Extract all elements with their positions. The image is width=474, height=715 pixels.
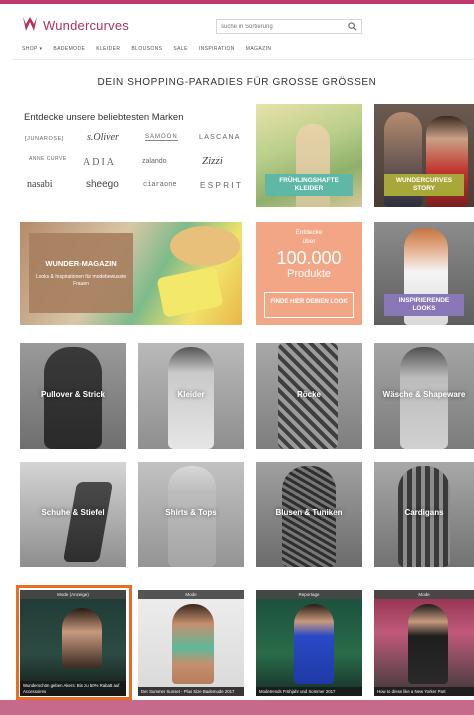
brand-logo-soliver[interactable]: s.Oliver (87, 132, 119, 143)
article-photo (408, 604, 448, 684)
search-icon[interactable] (348, 22, 357, 31)
tile-wundercurves-story[interactable]: WUNDERCURVES STORY (374, 104, 474, 207)
inspiring-looks-label: INSPIRIERENDE LOOKS (384, 294, 464, 316)
story-label: WUNDERCURVES STORY (384, 174, 464, 196)
brand-logo-esprit[interactable]: ESPRIT (200, 181, 243, 190)
article-caption[interactable]: Modetrends Frühjahr und Sommer 2017 (256, 686, 362, 696)
article-tag: Reportage (256, 590, 362, 599)
nav-kleider[interactable]: KLEIDER (96, 46, 120, 56)
article-photo (172, 604, 214, 684)
find-your-look-button[interactable]: FINDE HIER DEINEN LOOK (264, 292, 354, 318)
category-label: Blusen & Tuniken (275, 508, 343, 518)
nav-blousons[interactable]: BLOUSONS (131, 46, 162, 56)
article-tag: Mode (138, 590, 244, 599)
site-header: Wundercurves (0, 8, 474, 42)
promo-word: Produkte (286, 268, 332, 280)
nav-bademode[interactable]: BADEMODE (53, 46, 85, 56)
promo-line-2: über (302, 238, 316, 245)
article-teaser[interactable]: Reportage Modetrends Frühjahr und Sommer… (256, 590, 362, 696)
article-teaser[interactable]: Mode How to dress like a New Yorker Part (374, 590, 474, 696)
category-tile-blusen[interactable]: Blusen & Tuniken (256, 462, 362, 567)
top-accent-bar (0, 0, 474, 4)
category-tile-roecke[interactable]: Röcke (256, 343, 362, 449)
brand-logo-nasabi[interactable]: nasabi (27, 179, 53, 190)
search-box[interactable] (216, 19, 362, 34)
article-caption[interactable]: Der Summer Sunset - Plus Size Bademode 2… (138, 686, 244, 696)
spring-dresses-label: FRÜHLINGSHAFTE KLEIDER (265, 174, 353, 196)
category-tile-schuhe[interactable]: Schuhe & Stiefel (20, 462, 126, 567)
brand-logo-adia[interactable]: ADIA (83, 157, 116, 168)
yellow-bag-photo (156, 266, 224, 318)
brands-title: Entdecke unsere beliebtesten Marken (24, 112, 184, 123)
brand-logo-anne-curve[interactable]: ANNE CURVE (29, 156, 66, 162)
crown-w-icon[interactable] (22, 15, 38, 33)
promo-line-1: Entdecke (295, 229, 323, 236)
search-input[interactable] (221, 21, 341, 32)
page-heading: DEIN SHOPPING-PARADIES FÜR GROSSE GRÖSSE… (97, 77, 377, 88)
category-label: Wäsche & Shapeware (382, 389, 466, 399)
tile-spring-dresses[interactable]: FRÜHLINGSHAFTE KLEIDER (256, 104, 362, 207)
brand-logo-junarose[interactable]: [JUNAROSE] (25, 136, 64, 142)
article-photo (294, 604, 334, 684)
category-label: Schuhe & Stiefel (41, 508, 105, 518)
category-label: Pullover & Strick (40, 389, 106, 399)
hat-photo (170, 226, 240, 266)
category-label: Shirts & Tops (165, 508, 217, 518)
category-label: Kleider (177, 389, 205, 399)
nav-sale[interactable]: SALE (173, 46, 187, 56)
brand-logo-zizzi[interactable]: Zizzi (202, 155, 223, 167)
category-label: Röcke (296, 389, 321, 399)
brand-logo-lascana[interactable]: LASCANA (199, 134, 241, 141)
tile-wunder-magazin[interactable]: WUNDER-MAGAZIN Looks & Inspirationen für… (20, 222, 242, 325)
logo-text[interactable]: Wundercurves (43, 18, 129, 33)
tile-promo-products[interactable]: Entdecke über 100.000 Produkte FINDE HIE… (256, 222, 362, 325)
article-caption[interactable]: How to dress like a New Yorker Part (374, 686, 474, 696)
category-tile-waesche[interactable]: Wäsche & Shapeware (374, 343, 474, 449)
nav-inspiration[interactable]: INSPIRATION (199, 46, 235, 56)
tile-inspiring-looks[interactable]: INSPIRIERENDE LOOKS (374, 222, 474, 325)
article-teaser[interactable]: Mode Der Summer Sunset - Plus Size Badem… (138, 590, 244, 696)
boot-photo (62, 482, 114, 562)
magazine-overlay: WUNDER-MAGAZIN Looks & Inspirationen für… (29, 233, 133, 313)
nav-magazin[interactable]: MAGAZIN (246, 46, 272, 56)
brand-logo-zalando[interactable]: zalando (142, 158, 167, 165)
brand-logo-samoon[interactable]: SAMOON (145, 134, 178, 141)
article-tag: Mode (374, 590, 474, 599)
promo-number: 100.000 (276, 248, 342, 268)
category-label: Cardigans (404, 508, 444, 518)
nav-shop[interactable]: SHOP ▾ (22, 46, 42, 56)
magazine-subtitle: Looks & Inspirationen für modebewusste F… (35, 274, 127, 287)
brand-logo-sheego[interactable]: sheego (86, 179, 119, 190)
category-tile-cardigans[interactable]: Cardigans (374, 462, 474, 567)
category-tile-shirts[interactable]: Shirts & Tops (138, 462, 244, 567)
bottom-accent-bar (0, 700, 474, 715)
brand-logo-ciaraone[interactable]: ciaraone (143, 181, 177, 189)
nav-divider (12, 59, 474, 60)
magazine-title: WUNDER-MAGAZIN (45, 259, 117, 268)
main-navigation: SHOP ▾ BADEMODE KLEIDER BLOUSONS SALE IN… (22, 46, 271, 56)
category-tile-pullover[interactable]: Pullover & Strick (20, 343, 126, 449)
selected-article-highlight (16, 585, 132, 700)
category-tile-kleider[interactable]: Kleider (138, 343, 244, 449)
